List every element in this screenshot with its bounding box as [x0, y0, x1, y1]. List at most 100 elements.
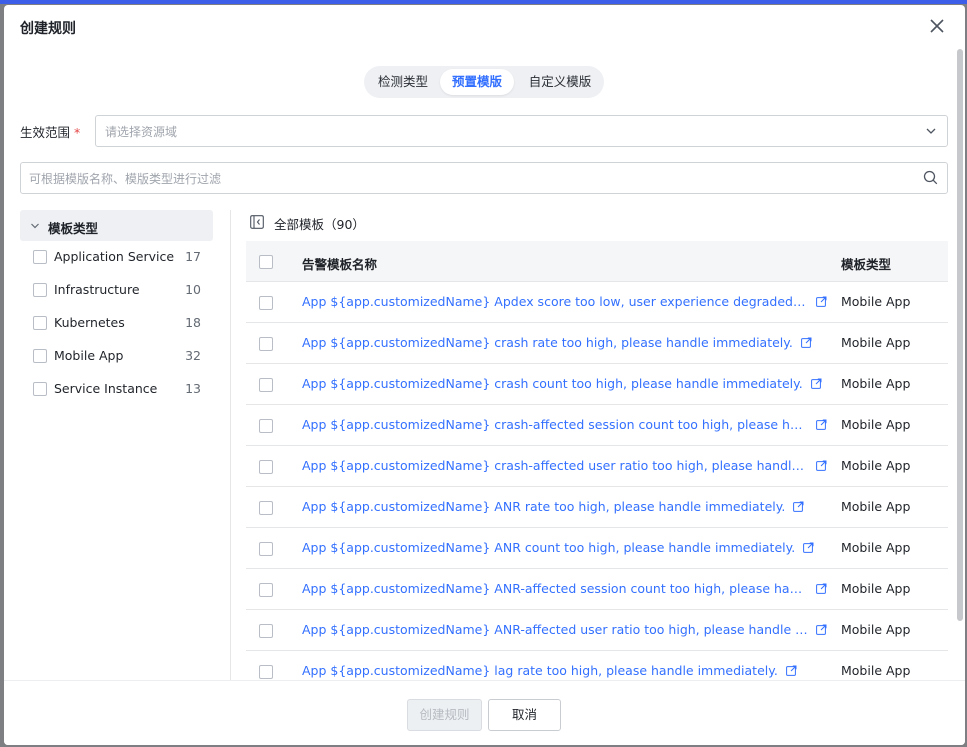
external-link-icon[interactable]	[786, 665, 797, 676]
select-placeholder: 请选择资源域	[105, 125, 178, 139]
external-link-icon[interactable]	[801, 337, 812, 348]
external-link-icon[interactable]	[811, 378, 822, 389]
table-row[interactable]: App ${app.customizedName} ANR count too …	[246, 528, 948, 569]
collapse-panel-icon[interactable]	[250, 215, 264, 229]
sidebar-item-label: Mobile App	[54, 348, 124, 363]
sidebar-item-count: 17	[185, 249, 201, 264]
template-name-link[interactable]: App ${app.customizedName} ANR rate too h…	[302, 499, 785, 514]
sidebar-item-service-instance[interactable]: Service Instance 13	[20, 378, 213, 402]
row-checkbox[interactable]	[259, 296, 273, 310]
template-filter-input[interactable]: 可根据模版名称、模版类型进行过滤	[20, 162, 948, 194]
dialog-title: 创建规则	[20, 21, 76, 37]
scope-label: 生效范围 *	[20, 122, 80, 141]
template-name-link[interactable]: App ${app.customizedName} crash rate too…	[302, 335, 793, 350]
page-top-bar	[0, 0, 967, 4]
create-rule-button[interactable]: 创建规则	[407, 699, 482, 731]
sidebar-item-infrastructure[interactable]: Infrastructure 10	[20, 279, 213, 303]
table-row[interactable]: App ${app.customizedName} ANR rate too h…	[246, 487, 948, 528]
template-name-link[interactable]: App ${app.customizedName} crash-affected…	[302, 417, 808, 432]
template-table: 告警模板名称 模板类型 App ${app.customizedName} Ap…	[246, 241, 948, 692]
column-header-type: 模板类型	[841, 257, 892, 272]
checkbox[interactable]	[33, 283, 47, 297]
required-mark: *	[74, 125, 81, 140]
column-header-name: 告警模板名称	[302, 257, 378, 272]
row-checkbox[interactable]	[259, 337, 273, 351]
external-link-icon[interactable]	[816, 296, 827, 307]
template-name-link[interactable]: App ${app.customizedName} ANR-affected u…	[302, 622, 808, 637]
sidebar-item-label: Infrastructure	[54, 282, 140, 297]
external-link-icon[interactable]	[793, 501, 804, 512]
resource-domain-select[interactable]: 请选择资源域	[95, 115, 948, 147]
template-name-link[interactable]: App ${app.customizedName} crash-affected…	[302, 458, 808, 473]
filter-placeholder: 可根据模版名称、模版类型进行过滤	[29, 172, 222, 186]
template-type: Mobile App	[841, 540, 911, 555]
sidebar-item-count: 32	[185, 348, 201, 363]
template-type: Mobile App	[841, 294, 911, 309]
sidebar-item-mobile-app[interactable]: Mobile App 32	[20, 345, 213, 369]
tab-detection-type[interactable]: 检测类型	[370, 69, 436, 95]
sidebar-item-count: 13	[185, 381, 201, 396]
table-row[interactable]: App ${app.customizedName} Apdex score to…	[246, 282, 948, 323]
sidebar-item-count: 10	[185, 282, 201, 297]
sidebar-item-label: Service Instance	[54, 381, 158, 396]
scrollbar[interactable]	[957, 49, 963, 621]
sidebar-item-application-service[interactable]: Application Service 17	[20, 246, 213, 270]
external-link-icon[interactable]	[816, 583, 827, 594]
external-link-icon[interactable]	[803, 542, 814, 553]
template-type: Mobile App	[841, 335, 911, 350]
search-icon[interactable]	[923, 170, 938, 185]
group-label: 模板类型	[48, 221, 99, 236]
external-link-icon[interactable]	[816, 419, 827, 430]
external-link-icon[interactable]	[816, 460, 827, 471]
table-header: 告警模板名称 模板类型	[246, 241, 948, 282]
table-body: App ${app.customizedName} Apdex score to…	[246, 282, 948, 692]
table-row[interactable]: App ${app.customizedName} crash count to…	[246, 364, 948, 405]
row-checkbox[interactable]	[259, 378, 273, 392]
checkbox[interactable]	[33, 250, 47, 264]
sidebar-item-label: Kubernetes	[54, 315, 125, 330]
row-checkbox[interactable]	[259, 583, 273, 597]
checkbox[interactable]	[33, 349, 47, 363]
template-name-link[interactable]: App ${app.customizedName} ANR-affected s…	[302, 581, 808, 596]
table-row[interactable]: App ${app.customizedName} ANR-affected u…	[246, 610, 948, 651]
template-type: Mobile App	[841, 663, 911, 678]
row-checkbox[interactable]	[259, 665, 273, 679]
chevron-down-icon	[926, 128, 936, 134]
table-row[interactable]: App ${app.customizedName} crash-affected…	[246, 405, 948, 446]
template-type: Mobile App	[841, 499, 911, 514]
checkbox[interactable]	[33, 316, 47, 330]
row-checkbox[interactable]	[259, 542, 273, 556]
row-checkbox[interactable]	[259, 460, 273, 474]
cancel-button[interactable]: 取消	[488, 699, 561, 731]
sidebar-item-kubernetes[interactable]: Kubernetes 18	[20, 312, 213, 336]
template-type: Mobile App	[841, 581, 911, 596]
template-type: Mobile App	[841, 376, 911, 391]
scope-label-text: 生效范围	[20, 125, 71, 140]
row-checkbox[interactable]	[259, 624, 273, 638]
template-name-link[interactable]: App ${app.customizedName} crash count to…	[302, 376, 803, 391]
table-row[interactable]: App ${app.customizedName} crash rate too…	[246, 323, 948, 364]
all-templates-label: 全部模板（90）	[274, 217, 365, 232]
dialog-footer: 创建规则 取消	[4, 680, 965, 745]
template-type: Mobile App	[841, 622, 911, 637]
tab-preset-template[interactable]: 预置模版	[440, 69, 514, 95]
tab-custom-template[interactable]: 自定义模版	[520, 69, 600, 95]
panel-divider	[230, 210, 231, 680]
checkbox[interactable]	[33, 382, 47, 396]
chevron-down-icon	[31, 223, 39, 229]
row-checkbox[interactable]	[259, 419, 273, 433]
template-type: Mobile App	[841, 458, 911, 473]
row-checkbox[interactable]	[259, 501, 273, 515]
table-row[interactable]: App ${app.customizedName} crash-affected…	[246, 446, 948, 487]
close-icon[interactable]	[928, 17, 946, 35]
template-source-tabs: 检测类型 预置模版 自定义模版	[364, 66, 604, 98]
template-name-link[interactable]: App ${app.customizedName} Apdex score to…	[302, 294, 808, 309]
template-name-link[interactable]: App ${app.customizedName} ANR count too …	[302, 540, 795, 555]
external-link-icon[interactable]	[816, 624, 827, 635]
table-row[interactable]: App ${app.customizedName} ANR-affected s…	[246, 569, 948, 610]
select-all-checkbox[interactable]	[259, 255, 273, 269]
template-name-link[interactable]: App ${app.customizedName} lag rate too h…	[302, 663, 778, 678]
sidebar-item-count: 18	[185, 315, 201, 330]
sidebar-item-label: Application Service	[54, 249, 175, 264]
template-type-group[interactable]: 模板类型	[20, 210, 213, 241]
